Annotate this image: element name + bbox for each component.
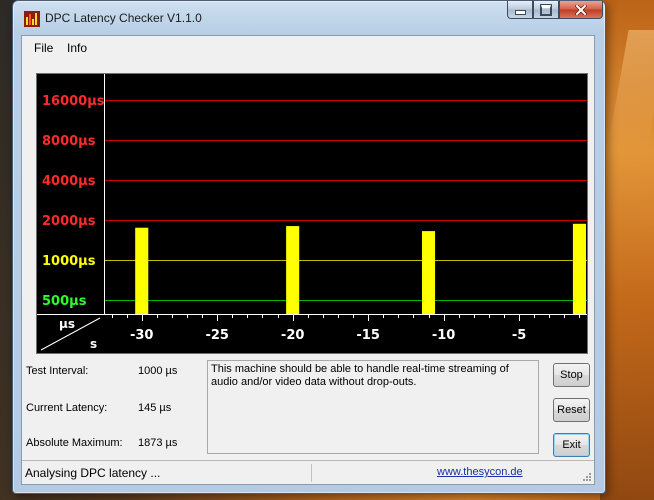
minimize-icon: [514, 10, 526, 15]
x-tick-label: -25: [205, 328, 229, 343]
x-tick-label: -5: [512, 328, 526, 343]
menu-info[interactable]: Info: [67, 41, 87, 55]
close-button[interactable]: [559, 1, 603, 19]
x-tick-label: -10: [432, 328, 456, 343]
warning-bar: [135, 227, 149, 314]
y-tick-label: 8000µs: [42, 134, 96, 149]
app-window: DPC Latency Checker V1.1.0 File Info 160…: [12, 0, 606, 494]
status-bar: Analysing DPC latency ... www.thesycon.d…: [22, 460, 594, 484]
x-tick-label: -30: [130, 328, 154, 343]
test-interval-value: 1000 µs: [138, 365, 178, 377]
x-tick-label: -15: [356, 328, 380, 343]
maximize-icon: [540, 3, 552, 16]
menu-bar: File Info: [22, 36, 594, 58]
bar-chart-icon: [24, 11, 40, 27]
absolute-maximum-label: Absolute Maximum:: [26, 437, 123, 449]
x-tick-label: -20: [281, 328, 305, 343]
stop-button[interactable]: Stop: [553, 363, 590, 387]
current-latency-label: Current Latency:: [26, 402, 108, 414]
warning-bar: [572, 223, 586, 314]
x-unit-label: s: [90, 337, 97, 351]
reset-button[interactable]: Reset: [553, 398, 590, 422]
status-message: This machine should be able to handle re…: [211, 363, 509, 388]
absolute-maximum-value: 1873 µs: [138, 437, 178, 449]
close-icon: [575, 4, 587, 15]
latency-graph: 16000µs 8000µs 4000µs 2000µs 1000µs 500µs -30 -…: [36, 73, 588, 354]
message-box: This machine should be able to handle re…: [207, 360, 539, 454]
warning-bar: [286, 226, 300, 314]
y-tick-label: 16000µs: [42, 94, 105, 109]
minimize-button[interactable]: [507, 1, 533, 19]
test-interval-label: Test Interval:: [26, 365, 89, 377]
current-latency-value: 145 µs: [138, 402, 172, 414]
client-area: File Info 16000µs 8000µs 4000µs 2000µs 1000µ…: [21, 35, 595, 485]
latency-chart-svg: 16000µs 8000µs 4000µs 2000µs 1000µs 500µs -30 -…: [37, 74, 587, 351]
menu-file[interactable]: File: [34, 41, 53, 55]
status-text: Analysing DPC latency ...: [25, 466, 161, 480]
title-bar[interactable]: DPC Latency Checker V1.1.0: [13, 1, 605, 35]
y-tick-label: 500µs: [42, 294, 87, 309]
maximize-button[interactable]: [533, 1, 559, 19]
website-link[interactable]: www.thesycon.de: [437, 466, 523, 478]
resize-grip-icon[interactable]: [582, 472, 592, 482]
exit-button[interactable]: Exit: [553, 433, 590, 457]
y-tick-label: 4000µs: [42, 174, 96, 189]
window-title: DPC Latency Checker V1.1.0: [45, 11, 202, 25]
y-unit-label: µs: [59, 317, 75, 331]
warning-bar: [421, 231, 436, 314]
y-tick-label: 2000µs: [42, 214, 96, 229]
y-tick-label: 1000µs: [42, 254, 96, 269]
status-divider: [311, 464, 312, 482]
